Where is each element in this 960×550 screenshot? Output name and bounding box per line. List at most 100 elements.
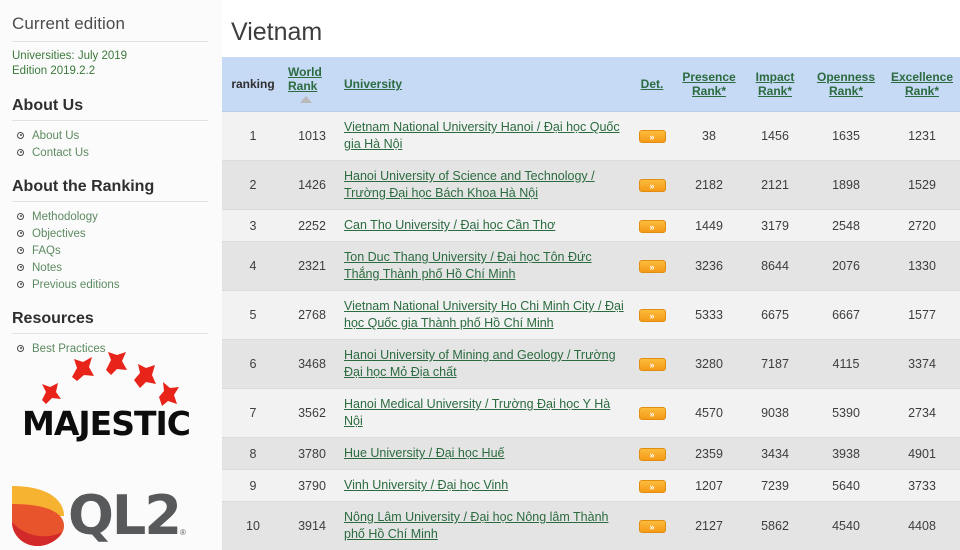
edition-info: Universities: July 2019 Edition 2019.2.2 [12, 49, 208, 79]
column-header-excellence-rank[interactable]: Excellence Rank* [884, 57, 960, 112]
details-button[interactable]: » [639, 179, 666, 192]
list-item[interactable]: Methodology [17, 210, 208, 224]
table-row: 73562Hanoi Medical University / Trường Đ… [222, 389, 960, 438]
details-button[interactable]: » [639, 220, 666, 233]
cell-det: » [628, 389, 676, 438]
sidebar-item-about-us[interactable]: About Us [32, 129, 79, 143]
column-header-world-rank[interactable]: World Rank [284, 57, 340, 112]
column-header-world-rank-line2[interactable]: Rank [288, 79, 317, 93]
cell-presence-rank: 2182 [676, 161, 742, 210]
details-button[interactable]: » [639, 358, 666, 371]
cell-presence-rank: 5333 [676, 291, 742, 340]
cell-world-rank: 3780 [284, 438, 340, 470]
list-item[interactable]: FAQs [17, 244, 208, 258]
cell-university: Can Tho University / Đại học Cần Thơ [340, 210, 628, 242]
cell-det: » [628, 161, 676, 210]
list-item[interactable]: Objectives [17, 227, 208, 241]
details-button[interactable]: » [639, 448, 666, 461]
university-link[interactable]: Hanoi University of Mining and Geology /… [344, 348, 616, 379]
sort-ascending-icon[interactable] [300, 96, 312, 103]
list-item[interactable]: Previous editions [17, 278, 208, 292]
sidebar-item-previous-editions[interactable]: Previous editions [32, 278, 120, 292]
university-link[interactable]: Nông Lâm University / Đại học Nông lâm T… [344, 510, 608, 541]
column-header-world-rank-line1[interactable]: World [288, 65, 322, 79]
sidebar-item-contact-us[interactable]: Contact Us [32, 146, 89, 160]
column-header-openness-rank[interactable]: Openness Rank* [808, 57, 884, 112]
cell-ranking: 6 [222, 340, 284, 389]
table-header-row: ranking World Rank University [222, 57, 960, 112]
university-link[interactable]: Vinh University / Đại học Vinh [344, 478, 508, 492]
university-link[interactable]: Hanoi Medical University / Trường Đại họ… [344, 397, 610, 428]
cell-world-rank: 1426 [284, 161, 340, 210]
cell-university: Hanoi University of Science and Technolo… [340, 161, 628, 210]
cell-excellence-rank: 1330 [884, 242, 960, 291]
column-header-impact-line2[interactable]: Rank* [758, 84, 792, 98]
column-header-det[interactable]: Det. [628, 57, 676, 112]
table-row: 52768Vietnam National University Ho Chi … [222, 291, 960, 340]
university-link[interactable]: Hue University / Đại học Huế [344, 446, 504, 460]
sidebar-item-methodology[interactable]: Methodology [32, 210, 98, 224]
cell-excellence-rank: 4901 [884, 438, 960, 470]
bullet-icon [17, 213, 26, 222]
column-header-excellence-line1[interactable]: Excellence [891, 70, 953, 84]
edition-line-version: Edition 2019.2.2 [12, 64, 208, 79]
table-header: ranking World Rank University [222, 57, 960, 112]
list-item[interactable]: Notes [17, 261, 208, 275]
ql2-wordmark: QL2 [68, 484, 180, 547]
cell-ranking: 7 [222, 389, 284, 438]
column-header-presence-line1[interactable]: Presence [682, 70, 735, 84]
university-link[interactable]: Ton Duc Thang University / Đại học Tôn Đ… [344, 250, 592, 281]
cell-det: » [628, 242, 676, 291]
column-header-openness-line2[interactable]: Rank* [829, 84, 863, 98]
column-header-impact-line1[interactable]: Impact [756, 70, 795, 84]
cell-excellence-rank: 3374 [884, 340, 960, 389]
university-link[interactable]: Vietnam National University Hanoi / Đại … [344, 120, 620, 151]
column-header-excellence-line2[interactable]: Rank* [905, 84, 939, 98]
table-row: 83780Hue University / Đại học Huế»235934… [222, 438, 960, 470]
cell-university: Hanoi Medical University / Trường Đại họ… [340, 389, 628, 438]
university-link[interactable]: Vietnam National University Ho Chi Minh … [344, 299, 624, 330]
cell-impact-rank: 2121 [742, 161, 808, 210]
column-header-presence-line2[interactable]: Rank* [692, 84, 726, 98]
details-button[interactable]: » [639, 480, 666, 493]
details-button[interactable]: » [639, 260, 666, 273]
details-button[interactable]: » [639, 130, 666, 143]
column-header-university-label[interactable]: University [344, 77, 402, 91]
column-header-university[interactable]: University [340, 57, 628, 112]
cell-university: Nông Lâm University / Đại học Nông lâm T… [340, 502, 628, 550]
sidebar-item-faqs[interactable]: FAQs [32, 244, 61, 258]
cell-openness-rank: 2548 [808, 210, 884, 242]
details-button[interactable]: » [639, 407, 666, 420]
column-header-det-label[interactable]: Det. [641, 77, 664, 91]
cell-excellence-rank: 1231 [884, 112, 960, 161]
majestic-stars-icon [16, 352, 196, 412]
sidebar-item-notes[interactable]: Notes [32, 261, 62, 275]
page-root: Current edition Universities: July 2019 … [0, 0, 960, 550]
sidebar-heading-about-us: About Us [12, 97, 208, 121]
ql2-logo[interactable]: QL2 ® [8, 482, 208, 550]
cell-ranking: 5 [222, 291, 284, 340]
cell-world-rank: 3914 [284, 502, 340, 550]
cell-presence-rank: 38 [676, 112, 742, 161]
university-link[interactable]: Hanoi University of Science and Technolo… [344, 169, 595, 200]
list-item[interactable]: Contact Us [17, 146, 208, 160]
cell-presence-rank: 2127 [676, 502, 742, 550]
majestic-logo[interactable]: MAJESTIC [16, 352, 196, 452]
cell-impact-rank: 1456 [742, 112, 808, 161]
list-item[interactable]: About Us [17, 129, 208, 143]
column-header-openness-line1[interactable]: Openness [817, 70, 875, 84]
table-row: 21426Hanoi University of Science and Tec… [222, 161, 960, 210]
column-header-impact-rank[interactable]: Impact Rank* [742, 57, 808, 112]
details-button[interactable]: » [639, 309, 666, 322]
cell-impact-rank: 7239 [742, 470, 808, 502]
cell-excellence-rank: 2720 [884, 210, 960, 242]
details-button[interactable]: » [639, 520, 666, 533]
table-body: 11013Vietnam National University Hanoi /… [222, 112, 960, 550]
column-header-presence-rank[interactable]: Presence Rank* [676, 57, 742, 112]
cell-university: Vietnam National University Hanoi / Đại … [340, 112, 628, 161]
cell-det: » [628, 438, 676, 470]
university-link[interactable]: Can Tho University / Đại học Cần Thơ [344, 218, 555, 232]
bullet-icon [17, 281, 26, 290]
sidebar-item-objectives[interactable]: Objectives [32, 227, 86, 241]
cell-det: » [628, 340, 676, 389]
